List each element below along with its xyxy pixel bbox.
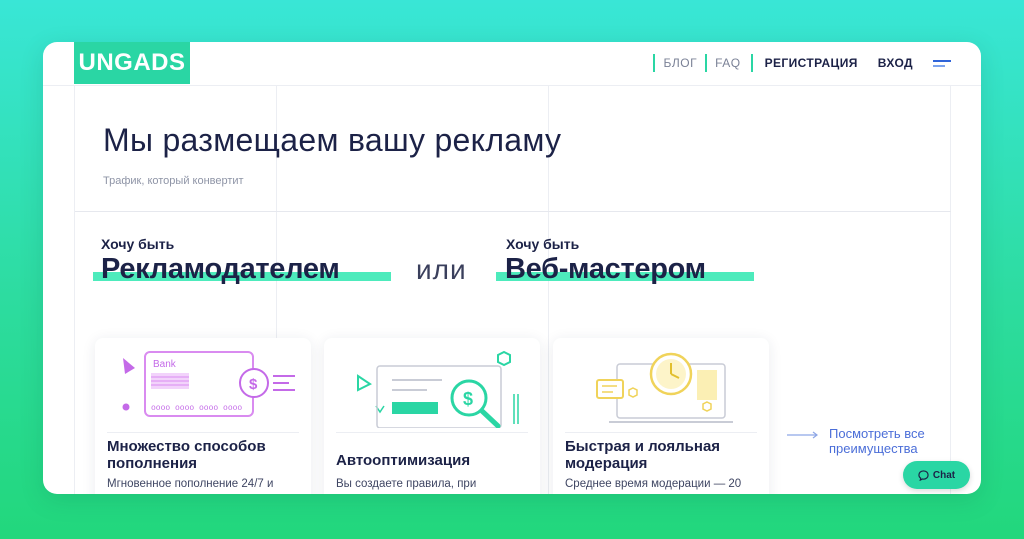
arrow-right-icon <box>787 431 818 439</box>
card-divider <box>565 432 757 433</box>
webmaster-caption: Хочу быть <box>506 236 580 252</box>
grid-line <box>74 86 75 494</box>
browser-window: UNGADS БЛОГ FAQ РЕГИСТРАЦИЯ ВХОД Мы разм… <box>43 42 981 494</box>
page-subtitle: Трафик, который конвертит <box>103 175 244 187</box>
nav-faq-link[interactable]: FAQ <box>705 54 749 72</box>
card-title: Автооптимизация <box>336 452 471 469</box>
see-all-label: Посмотреть все преимущества <box>829 426 925 456</box>
advertiser-caption: Хочу быть <box>101 236 175 252</box>
chat-button[interactable]: Chat <box>903 461 970 489</box>
feature-card-autooptimization[interactable]: $ Автооптимизация Вы создаете правила, п… <box>324 338 540 494</box>
webmaster-link[interactable]: Веб-мастером <box>505 253 706 286</box>
section-divider <box>75 211 951 212</box>
advertiser-link[interactable]: Рекламодателем <box>101 253 340 286</box>
see-all-advantages-link[interactable]: Посмотреть все преимущества <box>787 426 959 456</box>
or-word: или <box>416 254 467 285</box>
page-title: Мы размещаем вашу рекламу <box>103 122 562 158</box>
card-description: Вы создаете правила, при <box>336 478 477 490</box>
card-divider <box>107 432 299 433</box>
register-link[interactable]: РЕГИСТРАЦИЯ <box>765 56 858 70</box>
nav-separator <box>750 54 753 72</box>
card-description: Мгновенное пополнение 24/7 и <box>107 478 274 490</box>
moderation-illustration <box>596 352 733 423</box>
top-nav: БЛОГ FAQ РЕГИСТРАЦИЯ ВХОД <box>653 42 981 84</box>
login-link[interactable]: ВХОД <box>878 56 913 70</box>
svg-text:$: $ <box>463 389 473 409</box>
card-title: Быстрая и лояльная модерация <box>565 438 721 472</box>
feature-card-payments[interactable]: Bank oooo oooo oooo oooo $ Множество спо… <box>95 338 311 494</box>
card-description: Среднее время модерации — 20 <box>565 478 742 490</box>
header-border <box>43 85 981 86</box>
card-divider <box>336 432 528 433</box>
logo[interactable]: UNGADS <box>74 42 190 84</box>
nav-blog-link[interactable]: БЛОГ <box>653 54 705 72</box>
bank-card-illustration: Bank oooo oooo oooo oooo $ <box>122 351 295 417</box>
card-number: oooo oooo oooo oooo <box>151 404 242 413</box>
chat-bubble-icon <box>918 469 929 481</box>
menu-icon[interactable] <box>933 57 951 70</box>
feature-card-moderation[interactable]: Быстрая и лояльная модерация Среднее вре… <box>553 338 769 494</box>
autooptimization-illustration: $ <box>357 350 519 428</box>
chat-label: Chat <box>932 469 956 481</box>
card-title: Множество способов пополнения <box>107 438 266 472</box>
svg-text:$: $ <box>249 376 258 393</box>
bank-label: Bank <box>153 359 177 370</box>
